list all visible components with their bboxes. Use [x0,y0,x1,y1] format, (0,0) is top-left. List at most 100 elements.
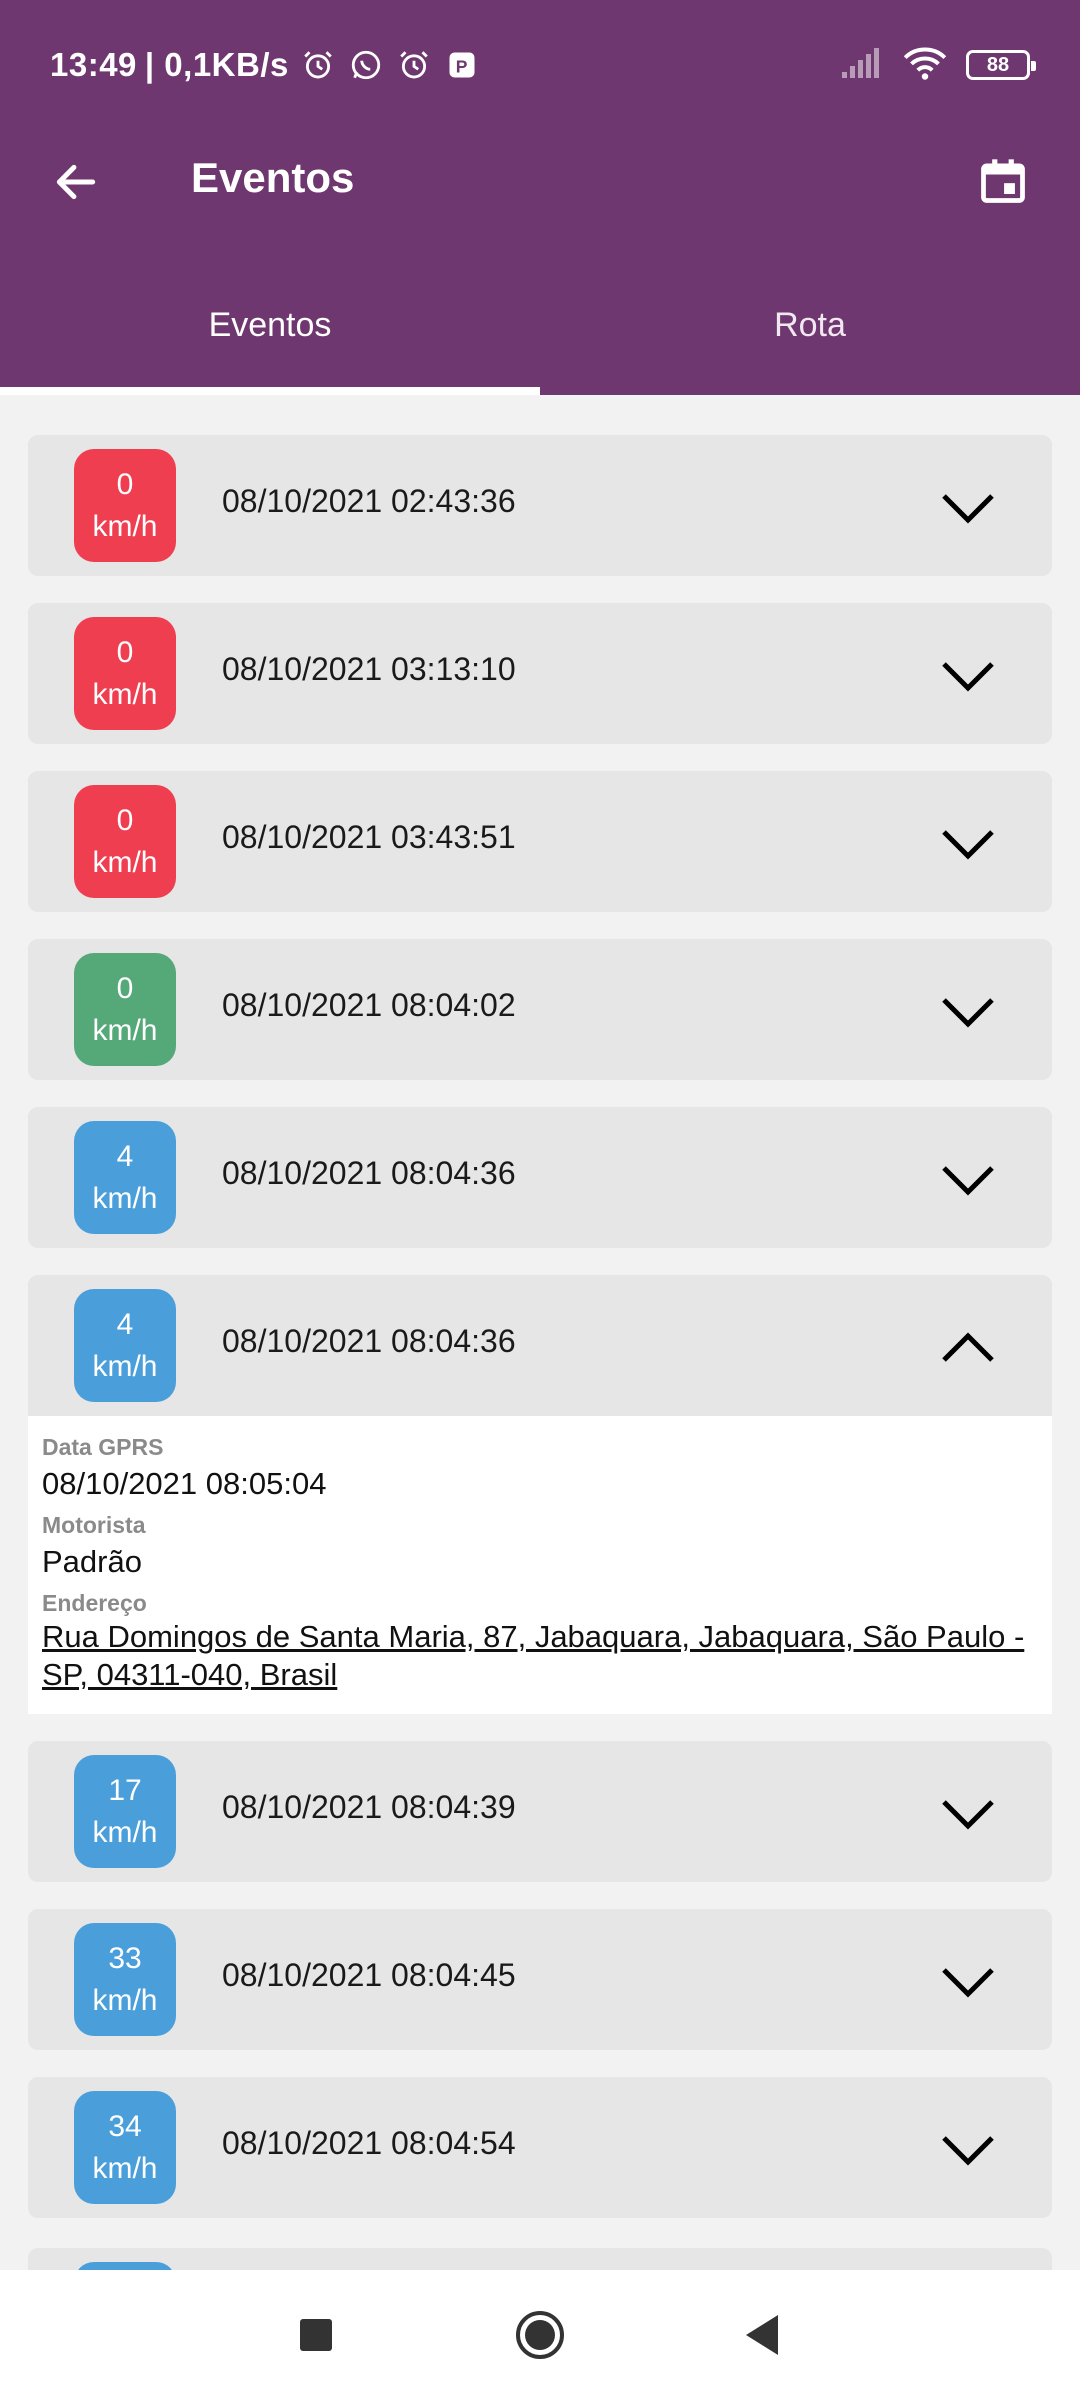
speed-value: 4 [116,1307,134,1341]
tab-label: Rota [774,306,846,344]
driver-value: Padrão [42,1544,142,1579]
event-datetime: 08/10/2021 08:04:45 [222,1957,516,1993]
expand-button[interactable] [938,1951,998,2011]
event-card[interactable]: 0 km/h 08/10/2021 02:43:36 [28,435,1052,576]
back-triangle-icon [746,2315,778,2355]
gprs-date-value: 08/10/2021 08:05:04 [42,1466,327,1501]
chevron-up-icon [942,1332,994,1362]
event-card[interactable]: 4 km/h 08/10/2021 08:04:36 [28,1107,1052,1248]
speed-unit: km/h [92,1349,158,1383]
speed-badge: 33 km/h [74,1923,176,2036]
chevron-down-icon [942,494,994,524]
gprs-date-label: Data GPRS [42,1434,164,1460]
chevron-down-icon [942,830,994,860]
event-card[interactable]: 33 km/h 08/10/2021 08:04:45 [28,1909,1052,2050]
back-nav-button[interactable] [727,2300,797,2370]
expand-button[interactable] [938,477,998,537]
speed-unit: km/h [92,1815,158,1849]
event-card[interactable]: 0 km/h 08/10/2021 03:43:51 [28,771,1052,912]
calendar-button[interactable] [972,150,1034,212]
expand-button[interactable] [938,1149,998,1209]
signal-icon [840,46,884,85]
toolbar: Eventos [0,130,1080,235]
chevron-down-icon [942,1968,994,1998]
event-datetime: 08/10/2021 08:04:36 [222,1323,516,1359]
event-datetime: 08/10/2021 02:43:36 [222,483,516,519]
speed-badge: 0 km/h [74,953,176,1066]
speed-value: 0 [116,803,134,837]
event-card-expanded[interactable]: 4 km/h 08/10/2021 08:04:36 [28,1275,1052,1416]
speed-value: 33 [108,1941,142,1975]
event-datetime: 08/10/2021 08:04:02 [222,987,516,1023]
tab-eventos[interactable]: Eventos [0,276,540,395]
speed-badge: 0 km/h [74,449,176,562]
speed-unit: km/h [92,2151,158,2185]
app-notification-icon: P [445,48,479,82]
tab-label: Eventos [208,306,332,344]
speed-unit: km/h [92,845,158,879]
tab-bar: Eventos Rota [0,276,1080,395]
battery-level: 88 [986,53,1010,76]
speed-value: 0 [116,635,134,669]
event-datetime: 08/10/2021 03:13:10 [222,651,516,687]
speed-value: 0 [116,467,134,501]
event-datetime: 08/10/2021 08:04:36 [222,1155,516,1191]
speed-value: 34 [108,2109,142,2143]
events-list: 0 km/h 08/10/2021 02:43:36 0 km/h 08/10/… [28,435,1052,2245]
speed-unit: km/h [92,509,158,543]
event-card[interactable]: 34 km/h 08/10/2021 08:04:54 [28,2077,1052,2218]
recents-square-icon [300,2319,332,2351]
event-datetime: 08/10/2021 08:04:39 [222,1789,516,1825]
recents-button[interactable] [281,2300,351,2370]
chevron-down-icon [942,1166,994,1196]
event-datetime: 08/10/2021 03:43:51 [222,819,516,855]
app-bar: 13:49 | 0,1KB/s P 88 Eventos Eventos Rot… [0,0,1080,395]
event-datetime: 08/10/2021 08:04:54 [222,2125,516,2161]
tab-rota[interactable]: Rota [540,276,1080,395]
chevron-down-icon [942,998,994,1028]
expand-button[interactable] [938,645,998,705]
chevron-down-icon [942,662,994,692]
speed-unit: km/h [92,677,158,711]
chevron-down-icon [942,2136,994,2166]
speed-value: 17 [108,1773,142,1807]
event-card[interactable]: 17 km/h 08/10/2021 08:04:39 [28,1741,1052,1882]
speed-unit: km/h [92,1983,158,2017]
arrow-back-icon [56,164,96,200]
calendar-icon [981,159,1025,203]
expand-button[interactable] [938,981,998,1041]
alarm-icon [301,48,335,82]
collapse-button[interactable] [938,1317,998,1377]
event-card[interactable]: 0 km/h 08/10/2021 08:04:02 [28,939,1052,1080]
network-speed: | 0,1KB/s [144,46,289,83]
home-circle-icon [516,2311,564,2359]
chevron-down-icon [942,1800,994,1830]
speed-badge: 0 km/h [74,617,176,730]
expand-button[interactable] [938,2119,998,2179]
status-bar: 13:49 | 0,1KB/s P 88 [0,0,1080,130]
alarm-icon [397,48,431,82]
battery-icon: 88 [966,50,1036,80]
whatsapp-icon [349,48,383,82]
back-button[interactable] [46,152,106,212]
address-link[interactable]: Rua Domingos de Santa Maria, 87, Jabaqua… [42,1618,1038,1694]
wifi-icon [902,45,948,86]
home-button[interactable] [505,2300,575,2370]
speed-value: 0 [116,971,134,1005]
speed-badge: 4 km/h [74,1121,176,1234]
speed-badge: 4 km/h [74,1289,176,1402]
speed-badge: 0 km/h [74,785,176,898]
expand-button[interactable] [938,813,998,873]
expand-button[interactable] [938,1783,998,1843]
event-card[interactable]: 0 km/h 08/10/2021 03:13:10 [28,603,1052,744]
driver-label: Motorista [42,1512,146,1538]
system-nav-bar [0,2270,1080,2400]
status-time: 13:49 [50,46,137,83]
page-title: Eventos [191,154,355,201]
speed-unit: km/h [92,1013,158,1047]
speed-unit: km/h [92,1181,158,1215]
address-label: Endereço [42,1590,147,1616]
svg-text:P: P [456,57,468,77]
event-details: Data GPRS 08/10/2021 08:05:04 Motorista … [28,1416,1052,1714]
speed-badge: 17 km/h [74,1755,176,1868]
